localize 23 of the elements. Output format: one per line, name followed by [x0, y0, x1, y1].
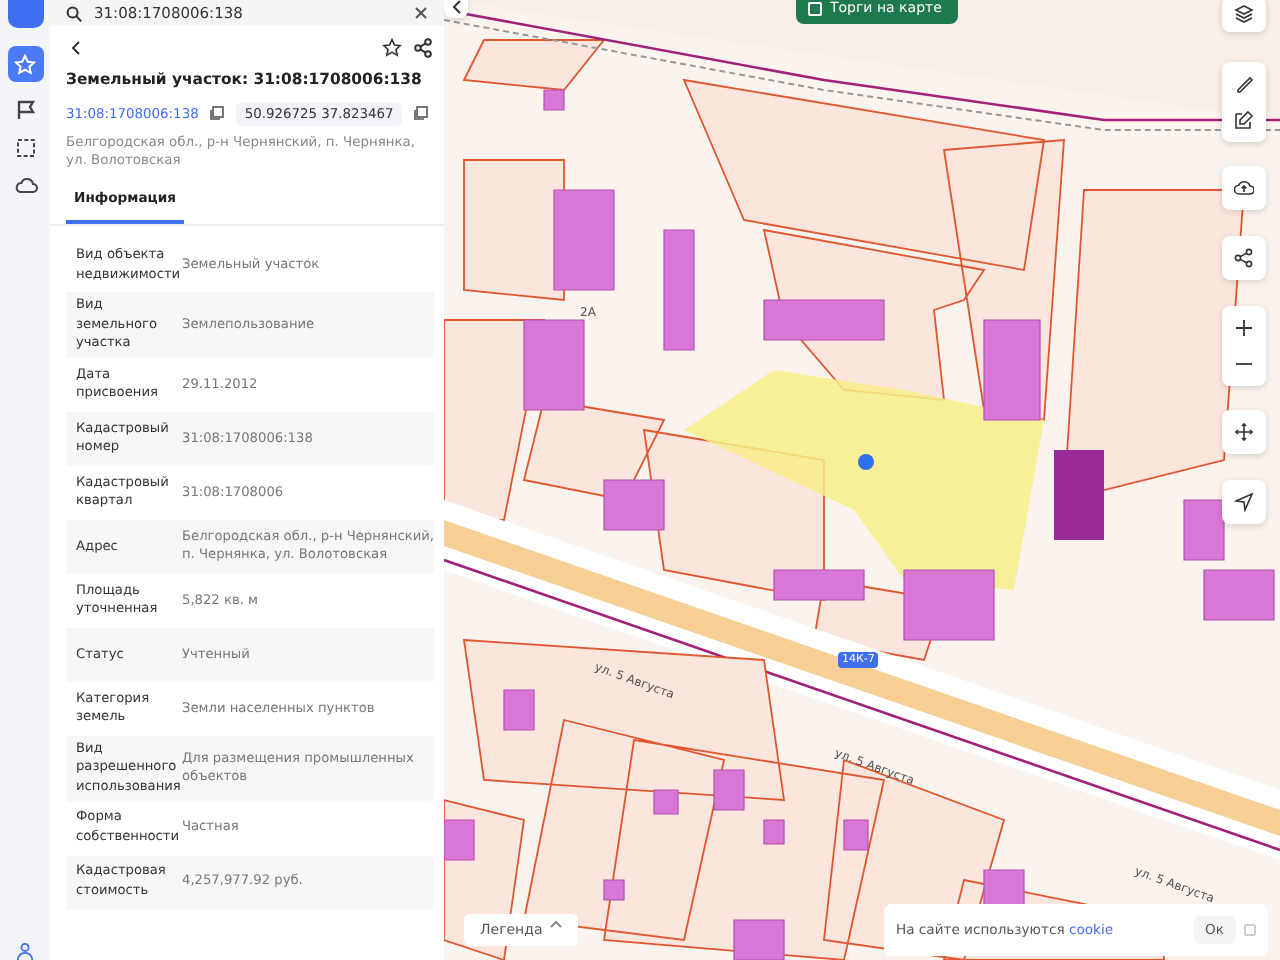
caret-icon [550, 919, 563, 927]
location-pin-icon [858, 454, 874, 470]
search-icon [66, 5, 82, 21]
logo-icon[interactable] [7, 0, 43, 28]
back-icon[interactable] [70, 40, 82, 56]
edit-icon[interactable] [1234, 110, 1254, 130]
share-icon[interactable] [1234, 248, 1254, 268]
share-icon[interactable] [414, 38, 432, 58]
selection-icon[interactable] [15, 138, 35, 158]
navigation-icon[interactable] [1234, 492, 1254, 512]
pencil-icon[interactable] [1234, 74, 1254, 94]
user-icon[interactable] [16, 942, 34, 960]
move-icon[interactable] [1234, 422, 1254, 442]
flag-icon[interactable] [15, 100, 35, 120]
zoom-in-icon[interactable] [1234, 318, 1254, 338]
layers-icon[interactable] [1234, 4, 1254, 24]
back-button[interactable] [444, 0, 468, 18]
copy-icon[interactable] [210, 106, 225, 121]
copy-icon[interactable] [413, 106, 428, 121]
cloud-icon[interactable] [13, 176, 37, 194]
checkbox-icon [808, 1, 822, 16]
star-icon[interactable] [382, 38, 402, 58]
cloud-upload-icon[interactable] [1234, 178, 1254, 198]
